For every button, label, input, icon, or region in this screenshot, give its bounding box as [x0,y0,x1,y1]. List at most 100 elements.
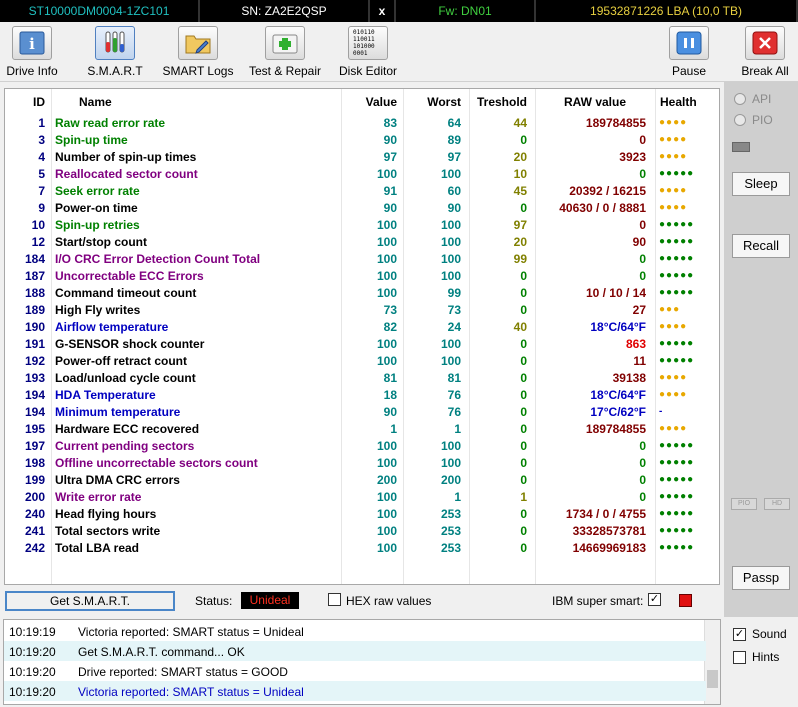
attr-value: 100 [376,167,397,181]
header-threshold[interactable]: Treshold [467,95,527,109]
drive-firmware: Fw: DN01 [396,0,536,22]
header-id[interactable]: ID [11,95,45,109]
attr-worst: 97 [447,150,461,164]
attr-threshold: 40 [513,320,527,334]
table-row[interactable]: 197 Current pending sectors 100 100 0 0 ●●●●● [5,437,719,454]
api-radio[interactable]: API [734,92,771,106]
table-row[interactable]: 199 Ultra DMA CRC errors 200 200 0 0 ●●●●● [5,471,719,488]
header-name[interactable]: Name [79,95,112,109]
info-icon: i [12,26,52,60]
table-row[interactable]: 7 Seek error rate 91 60 45 20392 / 16215 ●●●● [5,182,719,199]
table-row[interactable]: 194 HDA Temperature 18 76 0 18°C/64°F ●●●● [5,386,719,403]
attr-id: 188 [24,286,45,300]
attr-name: Spin-up retries [55,218,140,232]
attr-raw: 0 [639,133,646,147]
sleep-button[interactable]: Sleep [732,172,790,196]
table-row[interactable]: 198 Offline uncorrectable sectors count 10… [5,454,719,471]
attr-raw: 20392 / 16215 [569,184,646,198]
attr-name: Airflow temperature [55,320,169,334]
attr-name: Uncorrectable ECC Errors [55,269,204,283]
attr-threshold: 0 [520,303,527,317]
attr-worst: 100 [440,337,461,351]
attr-threshold: 99 [513,252,527,266]
passp-button[interactable]: Passp [732,566,790,590]
attr-name: Minimum temperature [55,405,181,419]
attr-name: Seek error rate [55,184,140,198]
hints-option[interactable]: Hints [733,650,779,664]
log-scrollbar[interactable] [704,620,720,704]
table-row[interactable]: 9 Power-on time 90 90 0 40630 / 0 / 8881 ●●●● [5,199,719,216]
header-worst[interactable]: Worst [405,95,461,109]
get-smart-button[interactable]: Get S.M.A.R.T. [5,591,175,611]
attr-threshold: 0 [520,473,527,487]
header-value[interactable]: Value [347,95,397,109]
header-raw[interactable]: RAW value [533,95,626,109]
smart-tab-button[interactable]: S.M.A.R.T [80,22,150,80]
radio-icon [734,93,746,105]
attr-threshold: 0 [520,405,527,419]
sound-checkbox[interactable]: ✓ [733,627,746,641]
table-row[interactable]: 184 I/O CRC Error Detection Count Total 10… [5,250,719,267]
pause-button[interactable]: Pause [665,22,713,80]
close-drive-button[interactable]: x [370,0,396,22]
table-row[interactable]: 240 Head flying hours 100 253 0 1734 / 0 / 47… [5,505,719,522]
attr-threshold: 20 [513,150,527,164]
attr-worst: 100 [440,439,461,453]
table-row[interactable]: 242 Total LBA read 100 253 0 14669969183 ●●●●● [5,539,719,556]
sound-option[interactable]: ✓ Sound [733,627,787,641]
smart-logs-button[interactable]: SMART Logs [160,22,236,80]
table-row[interactable]: 3 Spin-up time 90 89 0 0 ●●●● [5,131,719,148]
ibm-super-smart-checkbox[interactable]: ✓ [648,593,661,606]
table-row[interactable]: 189 High Fly writes 73 73 0 27 ●●● [5,301,719,318]
attr-worst: 89 [447,133,461,147]
table-row[interactable]: 241 Total sectors write 100 253 0 33328573781… [5,522,719,539]
drive-info-button[interactable]: i Drive Info [2,22,62,80]
log-time: 10:19:20 [9,665,56,679]
table-row[interactable]: 191 G-SENSOR shock counter 100 100 0 863 ●●●●● [5,335,719,352]
header-health[interactable]: Health [660,95,697,109]
attr-raw: 3923 [619,150,646,164]
attr-id: 12 [31,235,45,249]
log-message: Get S.M.A.R.T. command... OK [78,645,245,659]
table-row[interactable]: 10 Spin-up retries 100 100 97 0 ●●●●● [5,216,719,233]
pio-radio[interactable]: PIO [734,113,773,127]
attr-value: 90 [383,405,397,419]
table-row[interactable]: 5 Reallocated sector count 100 100 10 0 ●●●●● [5,165,719,182]
hints-checkbox[interactable] [733,650,746,664]
attr-raw: 14669969183 [572,541,646,555]
disk-editor-button[interactable]: 010110 110011 101000 0001 Disk Editor [336,22,400,80]
table-row[interactable]: 190 Airflow temperature 82 24 40 18°C/64°F ●●●… [5,318,719,335]
event-log[interactable]: 10:19:19 Victoria reported: SMART status … [3,619,721,705]
break-all-button[interactable]: Break All [736,22,794,80]
attr-value: 97 [383,150,397,164]
smart-attributes-table[interactable]: ID Name Value Worst Treshold RAW value H… [4,88,720,585]
attr-id: 1 [38,116,45,130]
indicator-led [732,142,750,152]
table-row[interactable]: 195 Hardware ECC recovered 1 1 0 189784855 ●●●… [5,420,719,437]
attr-value: 100 [376,354,397,368]
table-row[interactable]: 192 Power-off retract count 100 100 0 11 ●●●●● [5,352,719,369]
hex-raw-label: HEX raw values [346,594,432,608]
table-row[interactable]: 188 Command timeout count 100 99 0 10 / 10 / … [5,284,719,301]
status-bar: Get S.M.A.R.T. Status: Unideal HEX raw v… [0,587,724,615]
table-row[interactable]: 4 Number of spin-up times 97 97 20 3923 ●●●● [5,148,719,165]
table-row[interactable]: 12 Start/stop count 100 100 20 90 ●●●●● [5,233,719,250]
bottom-options: ✓ Sound Hints [724,617,798,707]
attr-raw: 33328573781 [572,524,646,538]
attr-value: 73 [383,303,397,317]
attr-value: 100 [376,286,397,300]
table-row[interactable]: 1 Raw read error rate 83 64 44 189784855 ●●●● [5,114,719,131]
table-row[interactable]: 200 Write error rate 100 1 1 0 ●●●●● [5,488,719,505]
svg-text:i: i [29,35,35,53]
scroll-thumb[interactable] [707,670,718,688]
table-row[interactable]: 194 Minimum temperature 90 76 0 17°C/62°F - [5,403,719,420]
hex-raw-checkbox[interactable] [328,593,341,606]
table-row[interactable]: 193 Load/unload cycle count 81 81 0 39138 ●●●● [5,369,719,386]
log-entry: 10:19:20 Get S.M.A.R.T. command... OK [4,641,706,661]
attr-raw: 0 [639,456,646,470]
recall-button[interactable]: Recall [732,234,790,258]
attr-health: ●●●●● [659,287,695,298]
attr-id: 10 [31,218,45,232]
test-repair-button[interactable]: Test & Repair [245,22,325,80]
table-row[interactable]: 187 Uncorrectable ECC Errors 100 100 0 0 ●●●●● [5,267,719,284]
